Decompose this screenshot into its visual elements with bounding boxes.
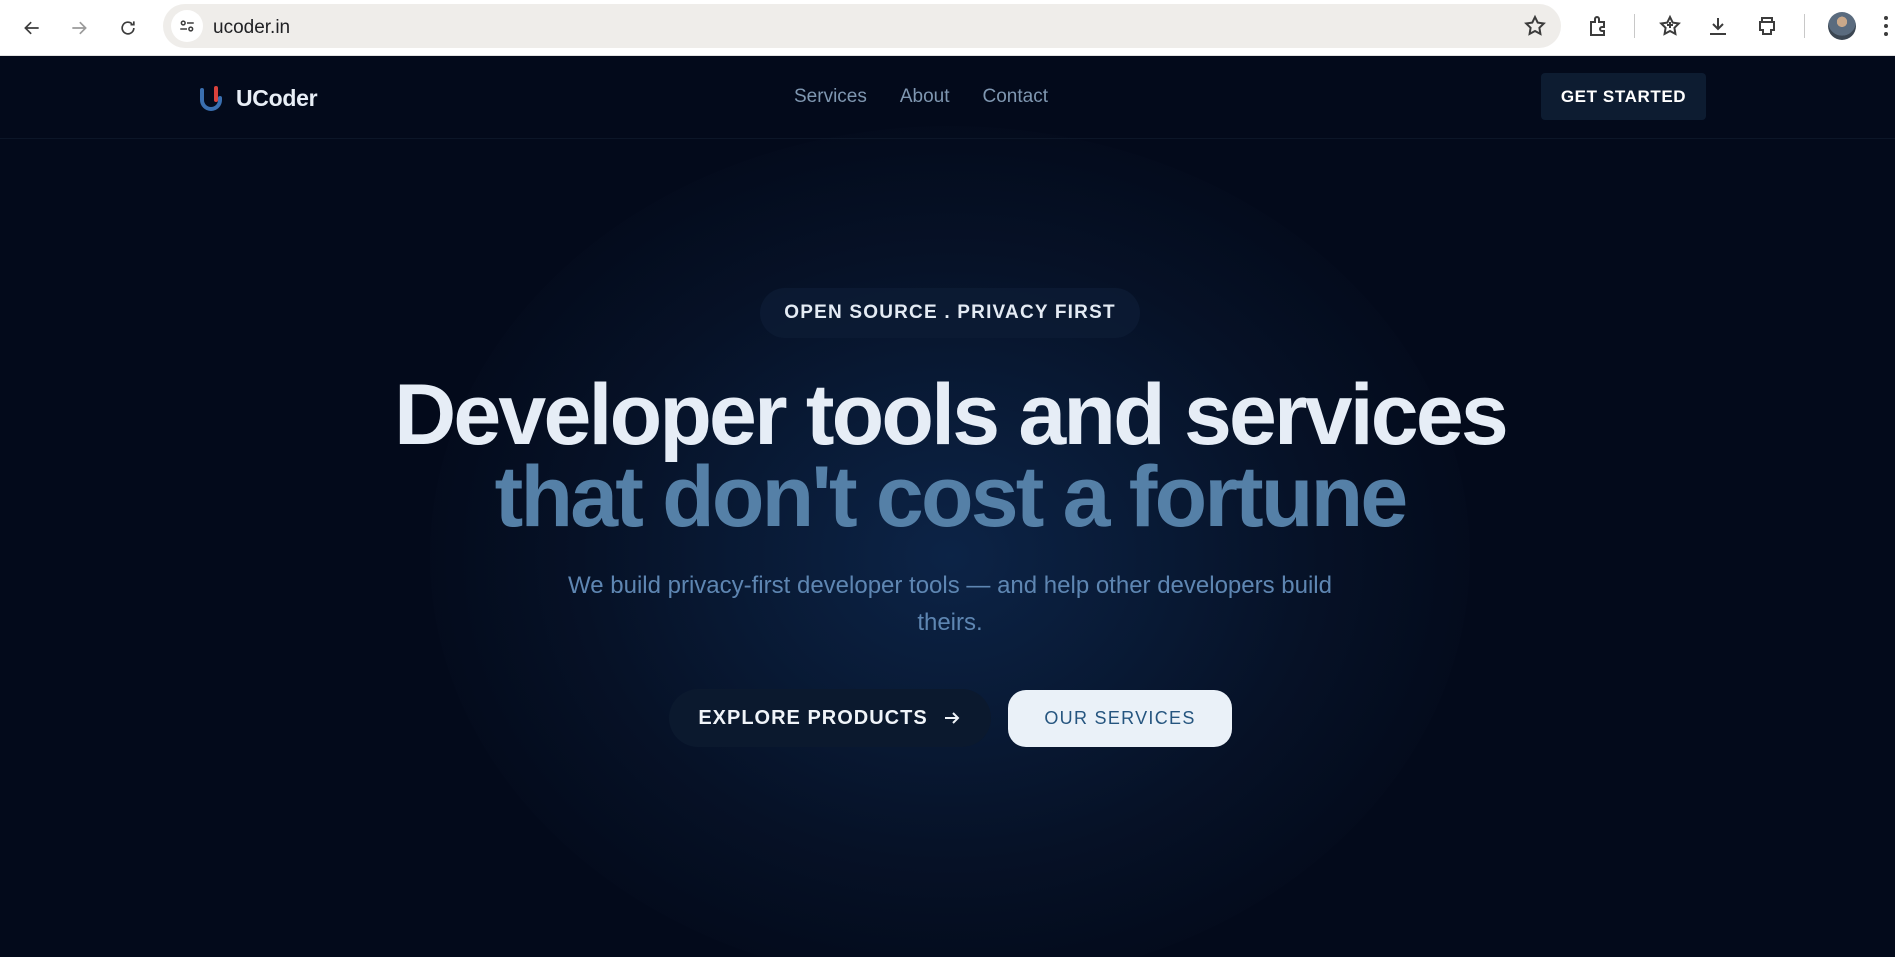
toolbar-divider: [1634, 14, 1635, 38]
explore-products-label: EXPLORE PRODUCTS: [698, 706, 928, 729]
bookmarks-icon[interactable]: [1656, 12, 1684, 40]
back-icon[interactable]: [14, 10, 50, 46]
bookmark-star-icon[interactable]: [1523, 14, 1547, 38]
hero-subtitle: We build privacy-first developer tools —…: [568, 572, 1332, 636]
headline-line-2: that don't cost a fortune: [494, 449, 1409, 545]
brand-logo[interactable]: UCoder: [198, 84, 318, 112]
page: UCoder Services About Contact GET STARTE…: [0, 56, 1895, 957]
nav-contact[interactable]: Contact: [983, 86, 1048, 108]
menu-icon[interactable]: [1882, 14, 1890, 38]
reload-icon[interactable]: [110, 10, 146, 46]
url-text[interactable]: ucoder.in: [213, 17, 290, 39]
our-services-button[interactable]: OUR SERVICES: [1008, 690, 1232, 747]
get-started-button[interactable]: GET STARTED: [1541, 73, 1706, 120]
hero-headline: Developer tools and services that don't …: [0, 367, 1895, 545]
forward-icon[interactable]: [61, 10, 97, 46]
arrow-right-icon: [942, 708, 962, 728]
download-icon[interactable]: [1704, 12, 1732, 40]
nav-services[interactable]: Services: [794, 86, 867, 108]
profile-avatar[interactable]: [1828, 12, 1856, 40]
address-bar[interactable]: ucoder.in: [163, 4, 1561, 48]
main-nav: Services About Contact: [794, 86, 1081, 108]
explore-products-button[interactable]: EXPLORE PRODUCTS: [669, 689, 991, 747]
toolbar-divider: [1804, 14, 1805, 38]
nav-about[interactable]: About: [900, 86, 950, 108]
site-info-icon[interactable]: [171, 10, 203, 42]
site-header: UCoder Services About Contact GET STARTE…: [0, 56, 1895, 139]
brand-name: UCoder: [236, 84, 318, 111]
headline-line-1: Developer tools and services: [394, 367, 1509, 463]
extensions-icon[interactable]: [1584, 12, 1612, 40]
logo-icon: [200, 86, 222, 111]
browser-toolbar: ucoder.in: [0, 0, 1895, 56]
print-icon[interactable]: [1753, 12, 1781, 40]
eyebrow-badge: OPEN SOURCE . PRIVACY FIRST: [760, 288, 1140, 338]
